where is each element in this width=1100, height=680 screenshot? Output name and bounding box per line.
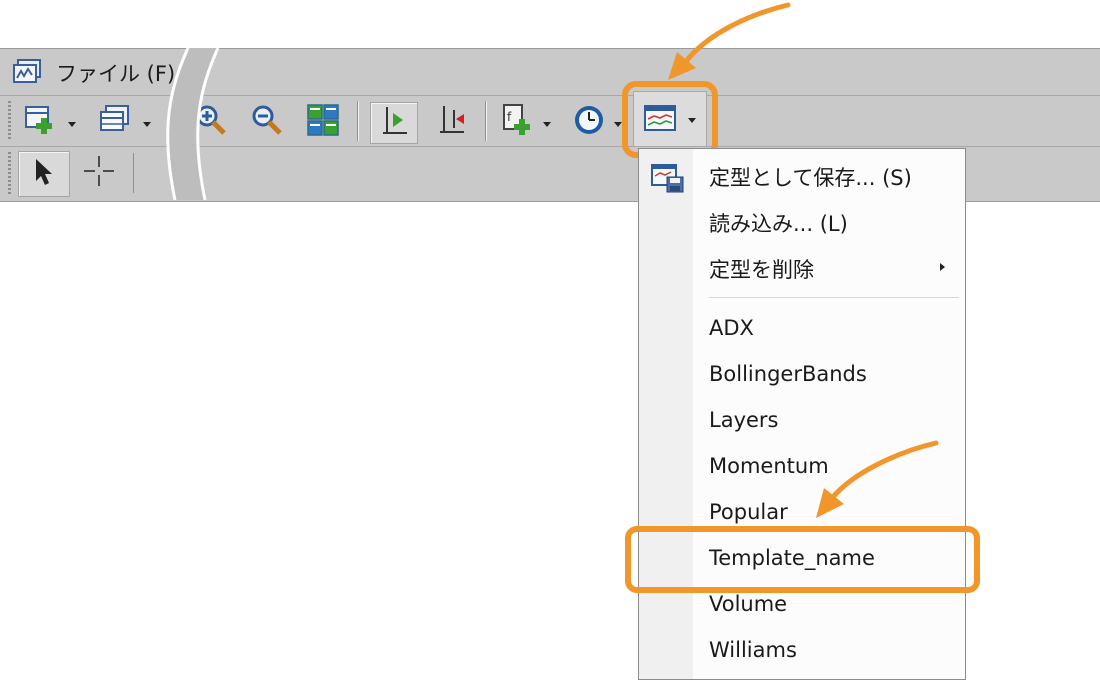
- menu-item-template[interactable]: BollingerBands: [639, 353, 965, 399]
- tile-windows-icon: [306, 103, 340, 141]
- template-name-label: Popular: [709, 500, 788, 524]
- zoom-out-icon: [250, 103, 284, 141]
- menu-item-template[interactable]: Momentum: [639, 445, 965, 491]
- new-chart-button[interactable]: [20, 103, 62, 141]
- template-item-highlight: [625, 526, 980, 593]
- menu-item-delete-template[interactable]: 定型を削除: [639, 245, 965, 291]
- chart-shift-icon: [379, 105, 409, 141]
- menu-item-label: 読み込み... (L): [709, 212, 848, 236]
- period-button[interactable]: [568, 103, 610, 141]
- toolbar-separator: [133, 153, 134, 193]
- toolbar-grip[interactable]: [8, 152, 11, 194]
- toolbar-separator: [358, 101, 359, 141]
- template-name-label: Williams: [709, 638, 797, 662]
- save-template-icon: [651, 163, 685, 197]
- new-chart-dropdown-arrow[interactable]: [68, 122, 76, 127]
- menu-item-save-as-template[interactable]: 定型として保存... (S): [639, 153, 965, 199]
- template-button-highlight: [622, 81, 718, 158]
- menu-divider: [709, 297, 959, 298]
- toolbar-grip[interactable]: [8, 101, 11, 141]
- template-name-label: Layers: [709, 408, 779, 432]
- template-name-label: BollingerBands: [709, 362, 867, 386]
- menu-item-label: 定型を削除: [709, 258, 814, 282]
- autoscroll-button[interactable]: [430, 103, 472, 141]
- template-name-label: Momentum: [709, 454, 829, 478]
- crosshair-icon: [82, 154, 116, 192]
- period-dropdown-arrow[interactable]: [614, 122, 622, 127]
- cursor-icon: [33, 157, 55, 191]
- menu-item-template[interactable]: Layers: [639, 399, 965, 445]
- template-name-label: ADX: [709, 316, 754, 340]
- chart-window-button[interactable]: [94, 103, 136, 141]
- chart-window-icon: [98, 104, 132, 140]
- tile-windows-button[interactable]: [302, 103, 344, 141]
- crosshair-tool-button[interactable]: [76, 151, 122, 195]
- submenu-arrow-icon: [940, 263, 945, 271]
- toolbar-separator: [486, 101, 487, 141]
- template-name-label: Volume: [709, 592, 788, 616]
- zoom-out-button[interactable]: [246, 103, 288, 141]
- indicators-icon: f: [501, 103, 535, 141]
- toolbar-cut-decoration: [166, 48, 220, 200]
- period-clock-icon: [572, 103, 606, 141]
- menu-item-template[interactable]: ADX: [639, 307, 965, 353]
- template-dropdown-menu: 定型として保存... (S) 読み込み... (L) 定型を削除 ADX Bol…: [638, 148, 966, 680]
- indicators-button[interactable]: f: [497, 103, 539, 141]
- cursor-tool-button[interactable]: [18, 151, 70, 197]
- chart-app-icon: [12, 59, 42, 89]
- indicators-dropdown-arrow[interactable]: [543, 122, 551, 127]
- autoscroll-icon: [436, 104, 466, 140]
- chart-shift-button[interactable]: [370, 102, 418, 144]
- menu-item-load-template[interactable]: 読み込み... (L): [639, 199, 965, 245]
- menu-item-template[interactable]: Williams: [639, 629, 965, 675]
- new-chart-icon: [24, 104, 58, 140]
- menu-item-label: 定型として保存... (S): [709, 166, 912, 190]
